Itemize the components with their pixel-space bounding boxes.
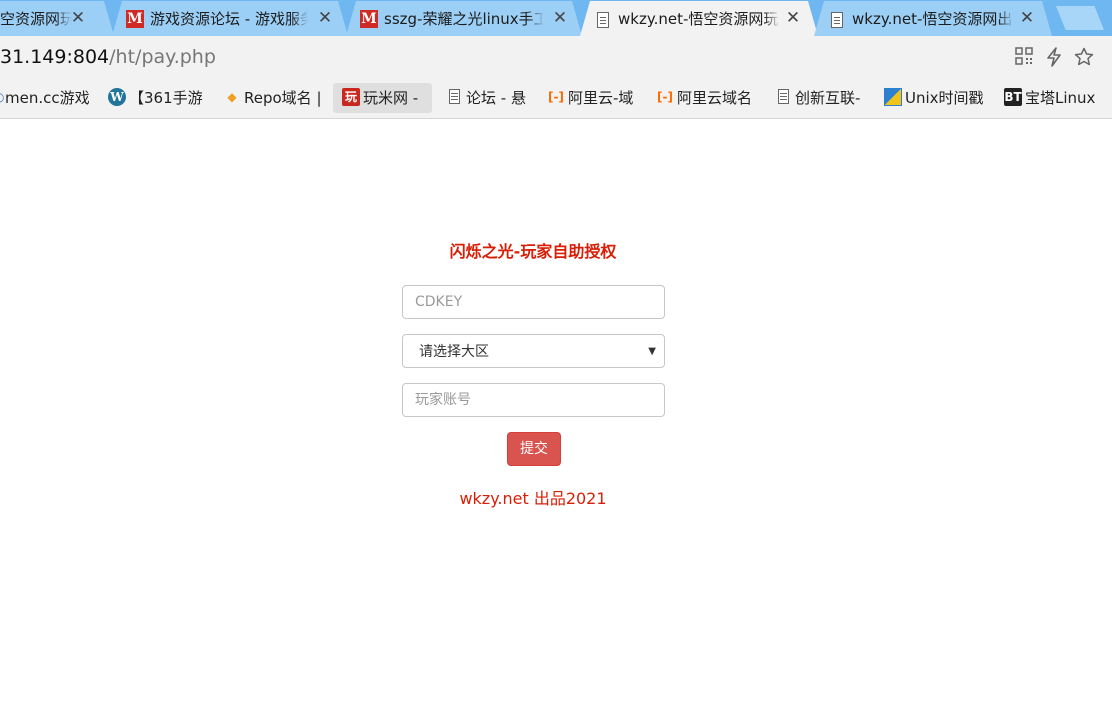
bookmark-label: 玩米网 -	[363, 89, 419, 107]
tab-title: wkzy.net-悟空资源网出品	[852, 10, 1014, 28]
page-icon	[597, 12, 609, 28]
bookmark-label: Unix时间戳	[905, 89, 984, 107]
bookmark-label: 宝塔Linux	[1025, 89, 1096, 107]
m-icon: M	[127, 11, 143, 27]
footer-credit: wkzy.net 出品2021	[459, 489, 607, 508]
tab-4-active[interactable]: wkzy.net-悟空资源网玩家 ✕	[580, 1, 818, 36]
url-text[interactable]: 31.149:804/ht/pay.php	[0, 45, 216, 69]
qr-code-icon[interactable]	[1014, 47, 1034, 67]
wordpress-icon: W	[108, 87, 126, 106]
tab-title: sszg-荣耀之光linux手工	[384, 10, 544, 28]
bookmark-label: 创新互联-	[795, 89, 861, 107]
dot-icon: ◐	[0, 88, 4, 106]
bookmark-item[interactable]: Unix时间戳	[884, 83, 984, 113]
bookmark-item[interactable]: [-] 阿里云-域	[547, 83, 633, 113]
bookmark-item[interactable]: [-] 阿里云域名	[656, 83, 752, 113]
submit-button[interactable]: 提交	[507, 432, 561, 466]
bookmark-label: 论坛 - 悬	[466, 89, 526, 107]
bookmark-item[interactable]: 论坛 - 悬	[449, 83, 526, 113]
bookmark-item[interactable]: 创新互联-	[778, 83, 860, 113]
tab-3[interactable]: M sszg-荣耀之光linux手工 ✕	[346, 1, 582, 36]
bookmark-label: men.cc游戏	[5, 89, 90, 107]
server-select-value: 请选择大区	[419, 344, 489, 360]
bookmark-item[interactable]: 玩玩米网 -	[333, 83, 433, 113]
page-title: 闪烁之光-玩家自助授权	[449, 242, 617, 261]
bookmark-label: 【361手游	[129, 89, 203, 107]
cdkey-input[interactable]	[402, 285, 665, 319]
m-icon: M	[361, 11, 377, 27]
close-icon[interactable]: ✕	[785, 9, 801, 27]
bookmark-item[interactable]: ◆ Repo域名 |	[223, 83, 322, 113]
close-icon[interactable]: ✕	[317, 9, 333, 27]
close-icon[interactable]: ✕	[1019, 9, 1035, 27]
tab-title: wkzy.net-悟空资源网玩家	[618, 10, 780, 28]
page-icon	[831, 12, 843, 28]
tab-title: 游戏资源论坛 - 游戏服务	[150, 10, 308, 28]
bt-icon: BT	[1004, 87, 1022, 106]
close-icon[interactable]: ✕	[70, 9, 86, 27]
aliyun-icon: [-]	[657, 89, 673, 104]
address-bar[interactable]: 31.149:804/ht/pay.php	[0, 36, 1112, 78]
page-icon	[778, 89, 789, 104]
bookmark-item[interactable]: ◐men.cc游戏	[0, 83, 90, 113]
chevron-down-icon: ▼	[648, 346, 656, 357]
bookmark-label: Repo域名 |	[244, 89, 322, 107]
tab-2[interactable]: M 游戏资源论坛 - 游戏服务 ✕	[112, 1, 348, 36]
new-tab-button[interactable]	[1056, 6, 1104, 30]
bookmark-label: 阿里云域名	[677, 89, 753, 107]
tab-strip: 空资源网玩家 ✕ M 游戏资源论坛 - 游戏服务 ✕ M sszg-荣耀之光li…	[0, 0, 1112, 36]
bookmarks-bar: ◐men.cc游戏 W【361手游 ◆ Repo域名 | 玩玩米网 - 论坛 - …	[0, 78, 1112, 119]
tab-5[interactable]: wkzy.net-悟空资源网出品 ✕	[814, 1, 1052, 36]
tab-title: 空资源网玩家	[0, 10, 72, 28]
lightning-icon[interactable]	[1044, 47, 1064, 67]
page-icon	[449, 89, 460, 104]
wanmi-icon: 玩	[342, 87, 360, 106]
bookmark-item[interactable]: W 【361手游	[108, 83, 203, 113]
bookmark-label: 阿里云-域	[568, 89, 634, 107]
url-path: /ht/pay.php	[109, 46, 216, 68]
server-select[interactable]: 请选择大区 ▼	[402, 334, 665, 368]
close-icon[interactable]: ✕	[552, 9, 568, 27]
account-input[interactable]	[402, 383, 665, 417]
tab-1[interactable]: 空资源网玩家 ✕	[0, 1, 114, 36]
star-icon[interactable]	[1074, 47, 1094, 67]
url-host: 31.149:804	[0, 46, 110, 68]
unix-icon	[884, 87, 902, 106]
bookmark-item[interactable]: BT 宝塔Linux	[1004, 83, 1095, 113]
aliyun-icon: [-]	[548, 89, 564, 104]
repo-icon: ◆	[227, 89, 237, 104]
